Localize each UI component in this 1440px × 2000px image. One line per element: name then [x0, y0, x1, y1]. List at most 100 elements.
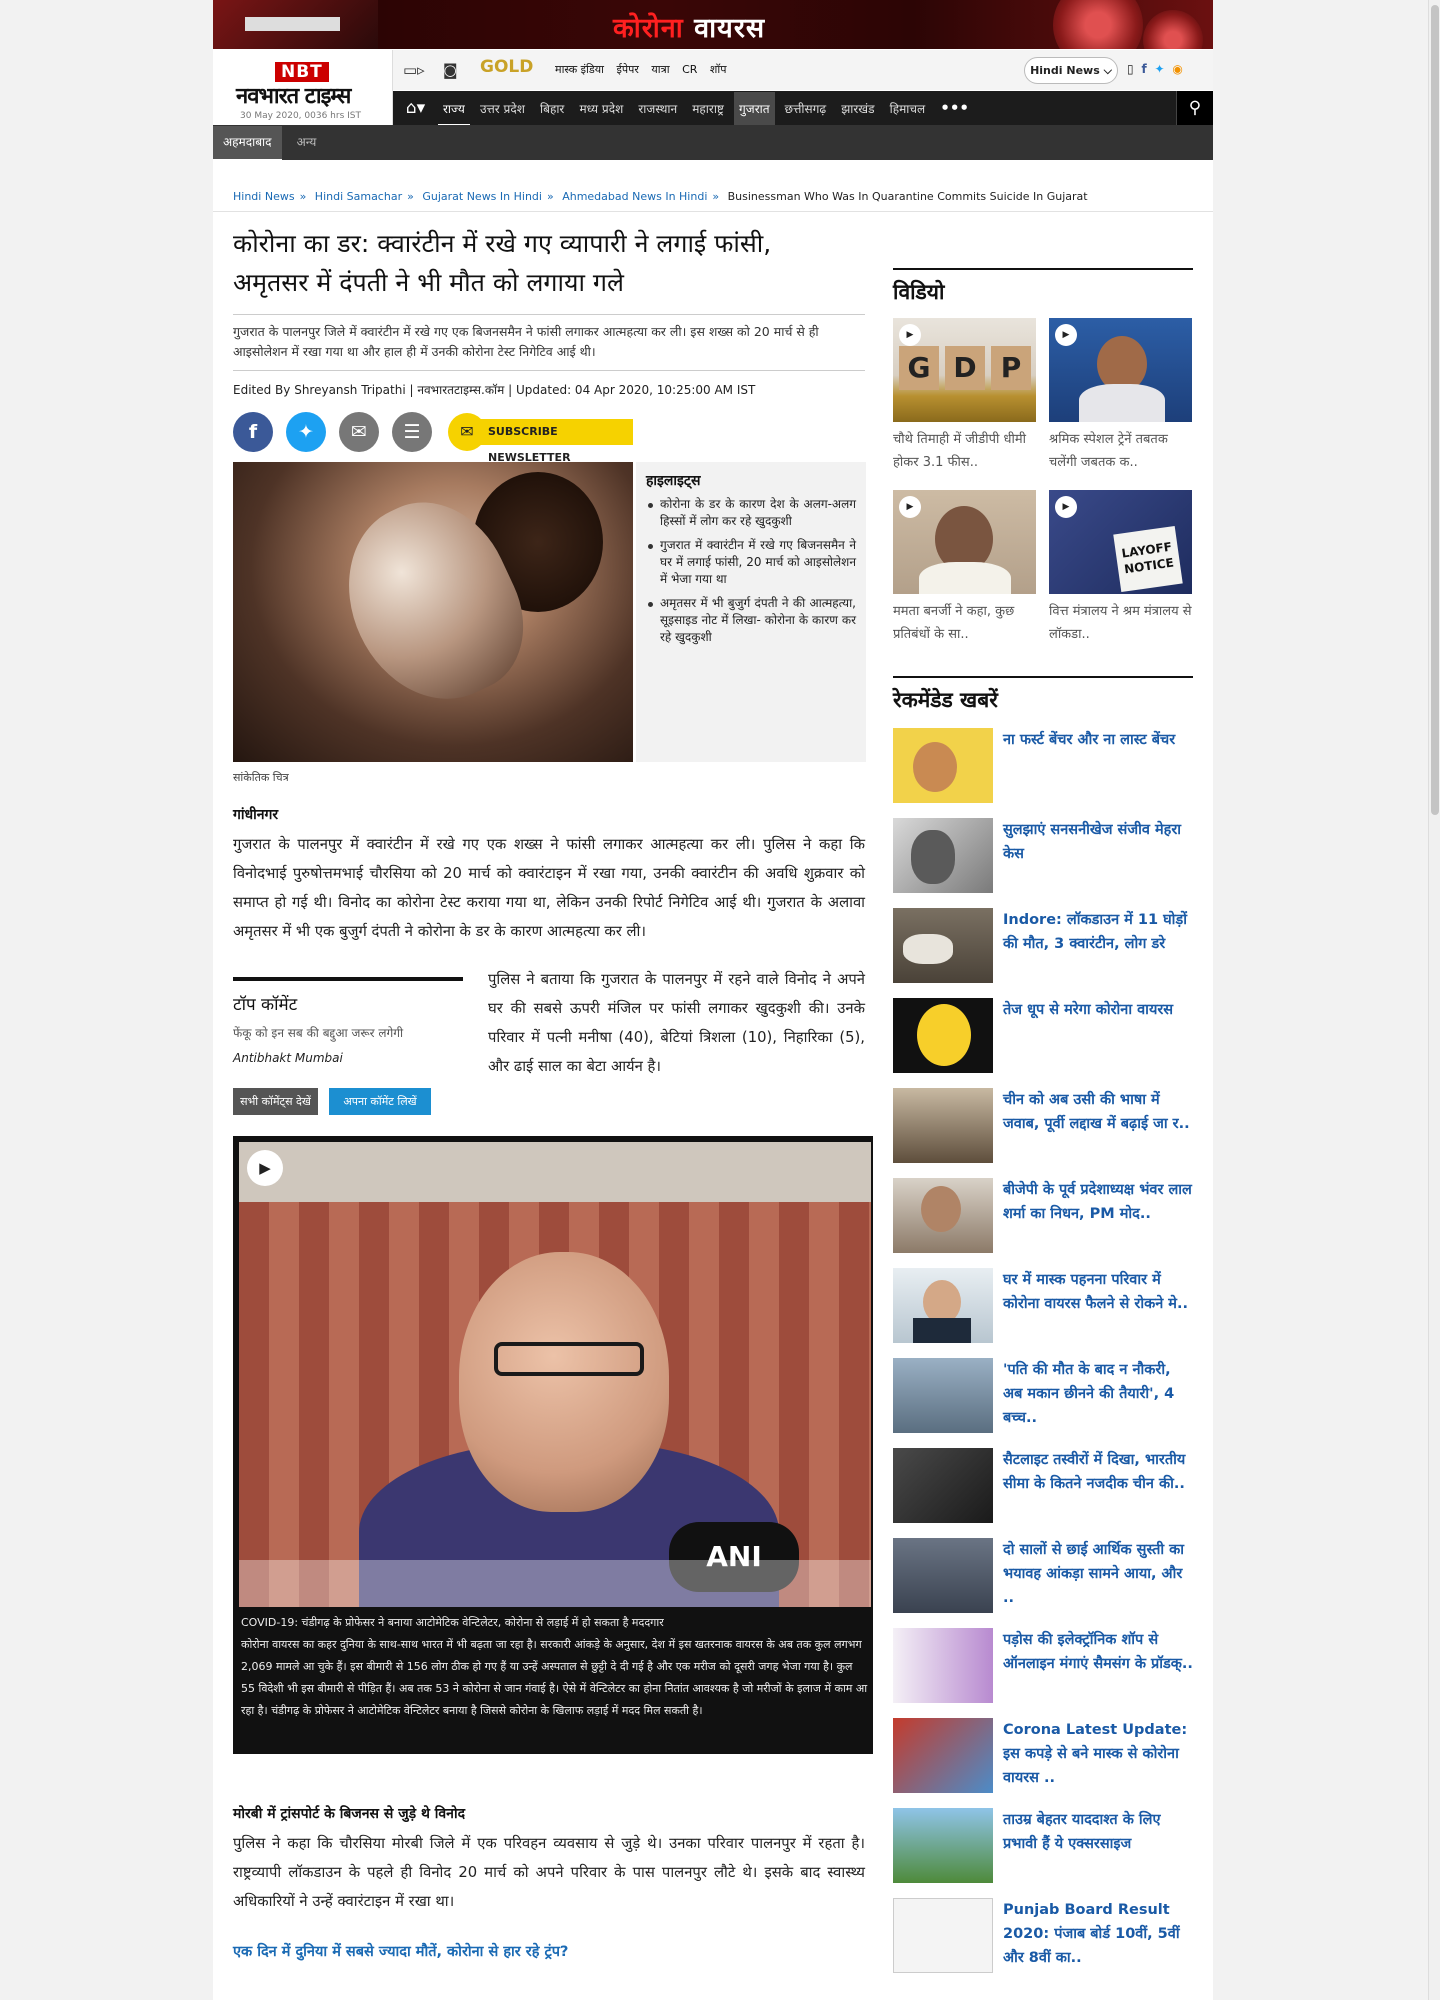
rss-icon[interactable]: ◉: [1172, 62, 1182, 76]
gold-link[interactable]: GOLD: [480, 57, 533, 77]
recommended-thumb: [893, 1448, 993, 1523]
nav-item-rajya[interactable]: राज्य: [438, 94, 470, 126]
nav-item-chhattisgarh[interactable]: छत्तीसगढ़: [780, 92, 831, 126]
virus-graphic: [1053, 0, 1143, 49]
nav-item-gujarat[interactable]: गुजरात: [734, 92, 775, 126]
util-link-mask-india[interactable]: मास्क इंडिया: [555, 63, 604, 76]
recommended-title: Indore: लॉकडाउन में 11 घोड़ों की मौत, 3 …: [1003, 912, 1187, 952]
util-link-cr[interactable]: CR: [682, 63, 697, 76]
nav-more-icon[interactable]: •••: [935, 91, 974, 125]
scrollbar[interactable]: [1428, 0, 1440, 2000]
article-paragraph: पुलिस ने बताया कि गुजरात के पालनपुर में …: [488, 971, 865, 1075]
breadcrumb-separator: »: [712, 190, 720, 203]
nav-item-jharkhand[interactable]: झारखंड: [836, 92, 879, 126]
banner-ad-image: [213, 0, 378, 49]
recommended-thumb: [893, 1268, 993, 1343]
breadcrumb-current: Businessman Who Was In Quarantine Commit…: [727, 190, 1088, 203]
recommended-title: सैटलाइट तस्वीरों में दिखा, भारतीय सीमा क…: [1003, 1452, 1186, 1492]
comment-icon[interactable]: ☰: [392, 412, 432, 452]
corona-banner-ad[interactable]: कोरोना वायरस: [213, 0, 1213, 49]
breadcrumb-gujarat-news[interactable]: Gujarat News In Hindi: [422, 190, 542, 203]
recommended-title: दो सालों से छाई आर्थिक सुस्ती का भयावह आ…: [1003, 1542, 1185, 1606]
logo-badge: NBT: [275, 62, 329, 82]
video-scene: [459, 1252, 669, 1512]
recommended-title: चीन को अब उसी की भाषा में जवाब, पूर्वी ल…: [1003, 1092, 1190, 1132]
nav-item-uttar-pradesh[interactable]: उत्तर प्रदेश: [475, 92, 530, 126]
write-comment-button[interactable]: अपना कॉमेंट लिखें: [329, 1088, 431, 1115]
gdp-block: D: [945, 346, 985, 390]
video-thumb: G D P ▶: [893, 318, 1036, 422]
breadcrumb-ahmedabad-news[interactable]: Ahmedabad News In Hindi: [562, 190, 707, 203]
highlights-title: हाइलाइट्स: [646, 473, 701, 489]
play-icon[interactable]: ▶: [899, 496, 921, 518]
play-icon[interactable]: ▶: [899, 324, 921, 346]
video-card[interactable]: ▶ ममता बनर्जी ने कहा, कुछ प्रतिबंधों के …: [893, 490, 1036, 646]
video-card-title: चौथे तिमाही में जीडीपी धीमी होकर 3.1 फीस…: [893, 432, 1027, 470]
video-card[interactable]: ▶ श्रमिक स्पेशल ट्रेनें तबतक चलेंगी जबतक…: [1049, 318, 1192, 474]
util-link-shop[interactable]: शॉप: [710, 63, 727, 76]
breadcrumb-hindi-news[interactable]: Hindi News: [233, 190, 295, 203]
util-link-epaper[interactable]: ईपेपर: [617, 63, 639, 76]
home-icon[interactable]: ⌂▾: [393, 91, 438, 125]
video-title: COVID-19: चंडीगढ़ के प्रोफेसर ने बनाया आ…: [241, 1616, 664, 1629]
video-card-title: श्रमिक स्पेशल ट्रेनें तबतक चलेंगी जबतक क…: [1049, 432, 1168, 470]
play-icon[interactable]: ▶: [1055, 496, 1077, 518]
play-icon[interactable]: ▶: [247, 1150, 283, 1186]
recommended-title: Punjab Board Result 2020: पंजाब बोर्ड 10…: [1003, 1902, 1180, 1966]
recommended-thumb: [893, 1178, 993, 1253]
breadcrumb-hindi-samachar[interactable]: Hindi Samachar: [315, 190, 402, 203]
twitter-icon[interactable]: ✦: [1155, 62, 1165, 76]
related-article-link[interactable]: एक दिन में दुनिया में सबसे ज्यादा मौतें,…: [233, 1941, 568, 1961]
video-caption-box: COVID-19: चंडीगढ़ के प्रोफेसर ने बनाया आ…: [241, 1612, 869, 1722]
recommended-thumb: [893, 728, 993, 803]
thumb-figure: [911, 830, 955, 884]
play-icon[interactable]: ▶: [1055, 324, 1077, 346]
main-nav: ⌂▾ राज्य उत्तर प्रदेश बिहार मध्य प्रदेश …: [393, 91, 1213, 126]
hindi-news-dropdown[interactable]: Hindi News ⌵: [1024, 57, 1118, 84]
video-scene: [494, 1342, 644, 1376]
breadcrumb: Hindi News » Hindi Samachar » Gujarat News…: [233, 190, 1088, 203]
email-share-icon[interactable]: ✉: [339, 412, 379, 452]
recommended-title: ताउम्र बेहतर याददाश्त के लिए प्रभावी हैं…: [1003, 1812, 1161, 1852]
video-card[interactable]: G D P ▶ चौथे तिमाही में जीडीपी धीमी होकर…: [893, 318, 1036, 474]
top-comment-user: Antibhakt Mumbai: [233, 1051, 343, 1065]
newsletter-mail-icon: ✉: [448, 413, 486, 451]
nav-item-madhya-pradesh[interactable]: मध्य प्रदेश: [574, 92, 628, 126]
image-caption: सांकेतिक चित्र: [233, 771, 289, 784]
all-comments-button[interactable]: सभी कॉमेंट्स देखें: [233, 1088, 318, 1115]
subnav-item-ahmedabad[interactable]: अहमदाबाद: [213, 126, 282, 161]
dateline: गांधीनगर: [233, 807, 279, 823]
video-camera-icon[interactable]: ▭▹: [403, 61, 425, 79]
facebook-icon[interactable]: f: [1141, 62, 1146, 76]
scrollbar-thumb[interactable]: [1431, 5, 1439, 815]
util-link-yatra[interactable]: यात्रा: [651, 63, 669, 76]
video-player[interactable]: ANI ▶ COVID-19: चंडीगढ़ के प्रोफेसर ने ब…: [233, 1136, 873, 1754]
subscribe-newsletter-button[interactable]: SUBSCRIBE NEWSLETTER ✉: [448, 413, 633, 464]
top-comment-text[interactable]: फेंकू को इन सब की बद्दुआ जरूर लगेगी: [233, 1024, 463, 1041]
video-frame[interactable]: ANI ▶: [239, 1142, 871, 1607]
video-thumb: ▶: [1049, 318, 1192, 422]
thumb-figure: [913, 742, 957, 792]
sidebar: विडियो G D P ▶ चौथे तिमाही में जीडीपी धी…: [893, 268, 1193, 1973]
subnav-item-others[interactable]: अन्य: [287, 125, 327, 160]
search-icon[interactable]: ⚲: [1176, 91, 1213, 125]
gdp-block: P: [991, 346, 1031, 390]
nav-item-himachal[interactable]: हिमाचल: [885, 92, 931, 126]
recommended-thumb: [893, 1628, 993, 1703]
twitter-share-icon[interactable]: ✦: [286, 412, 326, 452]
recommended-title: घर में मास्क पहनना परिवार में कोरोना वाय…: [1003, 1272, 1188, 1312]
site-logo[interactable]: NBT नवभारत टाइम्स 30 May 2020, 0036 hrs …: [213, 50, 393, 125]
breadcrumb-separator: »: [407, 190, 414, 203]
emoji-face-icon: [917, 1004, 971, 1066]
photo-camera-icon[interactable]: ◙: [443, 61, 458, 79]
nav-item-rajasthan[interactable]: राजस्थान: [633, 92, 682, 126]
nav-item-maharashtra[interactable]: महाराष्ट्र: [687, 92, 729, 126]
divider: [213, 211, 1213, 212]
recommended-thumb: [893, 998, 993, 1073]
video-card[interactable]: LAYOFF NOTICE ▶ वित्त मंत्रालय ने श्रम म…: [1049, 490, 1192, 646]
recommended-title: Corona Latest Update: इस कपड़े से बने मा…: [1003, 1722, 1188, 1786]
nav-item-bihar[interactable]: बिहार: [535, 92, 569, 126]
thumb-figure: [919, 562, 1011, 594]
facebook-share-icon[interactable]: f: [233, 412, 273, 452]
mobile-icon[interactable]: ▯: [1127, 62, 1134, 76]
